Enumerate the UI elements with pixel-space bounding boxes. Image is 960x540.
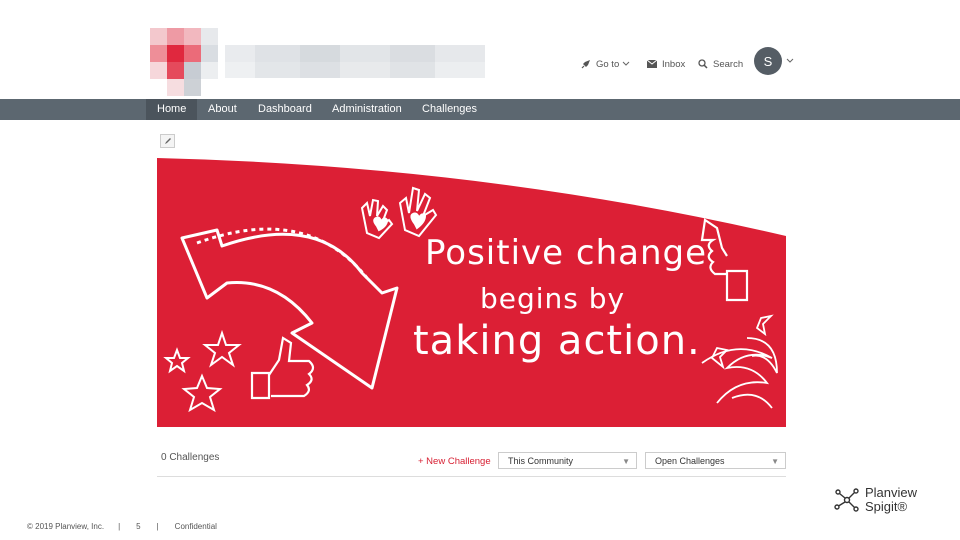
user-menu[interactable]: S (754, 47, 794, 75)
challenge-count: 0 Challenges (161, 452, 220, 463)
rocket-icon (581, 60, 590, 69)
chevron-down-icon (622, 61, 630, 66)
hero-banner (157, 158, 786, 427)
scope-dropdown-value: This Community (508, 456, 574, 466)
brand-name-line2: Spigit® (865, 499, 908, 514)
footer-page-number: 5 (136, 522, 141, 531)
banner-headline-2: begins by (480, 282, 626, 315)
banner-headline-1: Positive change (425, 233, 708, 273)
new-challenge-button[interactable]: + New Challenge (418, 456, 491, 467)
footer-confidential: Confidential (174, 522, 217, 531)
planview-spigit-logo: Planview Spigit® (834, 486, 917, 514)
inbox-label: Inbox (662, 58, 686, 70)
footer: © 2019 Planview, Inc. | 5 | Confidential (27, 522, 217, 531)
banner-headline-3: taking action. (413, 318, 701, 364)
inbox-link[interactable]: Inbox (647, 55, 685, 73)
divider (157, 476, 786, 477)
planview-spigit-logo-icon (834, 488, 859, 512)
nav-dashboard[interactable]: Dashboard (258, 99, 312, 120)
pencil-icon (164, 138, 171, 144)
status-dropdown[interactable]: Open Challenges ▼ (645, 452, 786, 469)
goto-menu[interactable]: Go to (581, 55, 630, 73)
status-dropdown-value: Open Challenges (655, 456, 725, 466)
nav-about[interactable]: About (208, 99, 237, 120)
chevron-down-icon (786, 58, 794, 63)
scope-dropdown[interactable]: This Community ▼ (498, 452, 637, 469)
nav-home[interactable]: Home (146, 99, 198, 120)
search-link[interactable]: Search (698, 55, 743, 73)
edit-banner-button[interactable] (160, 134, 175, 148)
main-nav: Home About Dashboard Administration Chal… (0, 99, 960, 120)
chevron-down-icon: ▼ (622, 457, 630, 466)
footer-copyright: © 2019 Planview, Inc. (27, 522, 105, 531)
goto-label: Go to (596, 58, 620, 70)
search-icon (698, 59, 708, 69)
brand-name-line1: Planview (865, 485, 918, 500)
nav-challenges[interactable]: Challenges (422, 99, 477, 120)
search-label: Search (713, 58, 744, 70)
avatar[interactable]: S (754, 47, 782, 75)
chevron-down-icon: ▼ (771, 457, 779, 466)
nav-administration[interactable]: Administration (332, 99, 402, 120)
company-logo[interactable] (150, 28, 485, 96)
footer-separator: | (156, 522, 159, 531)
footer-separator: | (118, 522, 121, 531)
mail-icon (647, 60, 657, 68)
